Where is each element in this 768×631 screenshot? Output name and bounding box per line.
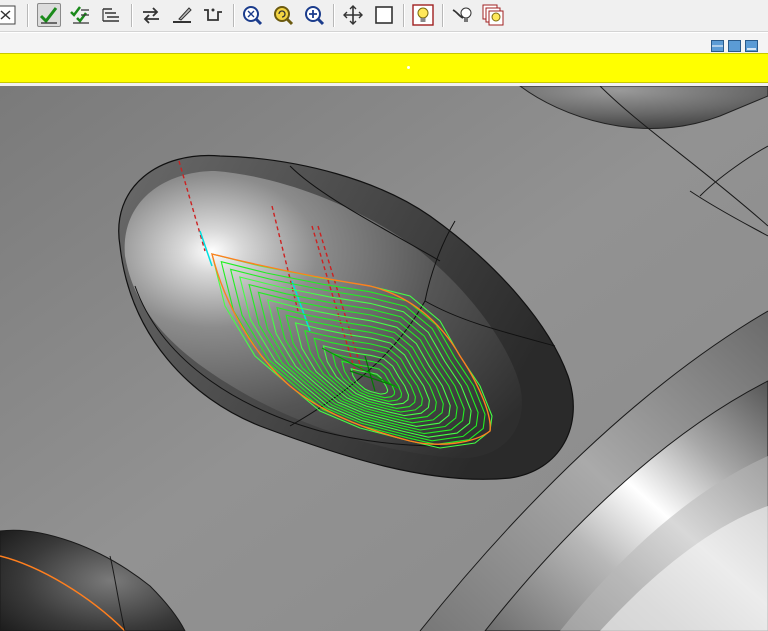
zoom-fit-button[interactable] — [240, 3, 264, 27]
status-indicator — [407, 66, 410, 69]
pocket-profile-icon — [204, 8, 222, 21]
layers-button[interactable] — [99, 3, 123, 27]
zoom-in-button[interactable] — [302, 3, 326, 27]
box-view-button[interactable] — [372, 3, 396, 27]
zoom-in-icon — [305, 6, 325, 26]
pencil-surface-icon — [173, 7, 192, 23]
status-bar — [0, 53, 768, 83]
light-button[interactable] — [411, 3, 435, 27]
swap-arrows-icon — [143, 7, 159, 24]
3d-viewport[interactable] — [0, 86, 768, 631]
lightbulb-icon — [412, 4, 434, 26]
tile-vertical-icon[interactable] — [728, 37, 741, 52]
pocket-profile-button[interactable] — [201, 3, 225, 27]
pane-header-strip — [0, 32, 768, 53]
accept-multiple-button[interactable] — [68, 3, 92, 27]
swap-direction-button[interactable] — [139, 3, 163, 27]
tile-horizontal-icon[interactable] — [711, 37, 724, 52]
zoom-previous-button[interactable] — [271, 3, 295, 27]
zoom-previous-icon — [274, 6, 294, 26]
move-cross-icon — [343, 5, 363, 25]
multi-lightbulb-icon — [482, 4, 504, 26]
stacked-layers-icon — [102, 8, 119, 22]
checkmark-pencil-icon — [39, 7, 58, 24]
close-window-button[interactable] — [0, 3, 18, 27]
square-icon — [375, 6, 393, 24]
multi-light-button[interactable] — [481, 3, 505, 27]
light-probe-icon — [452, 7, 472, 22]
pan-view-button[interactable] — [341, 3, 365, 27]
accept-toolpath-button[interactable] — [37, 3, 61, 27]
multi-checkmark-icon — [70, 6, 89, 24]
close-box-icon — [0, 5, 16, 25]
minimize-pane-icon[interactable] — [745, 37, 758, 52]
zoom-fit-icon — [243, 6, 263, 26]
main-toolbar — [0, 0, 768, 32]
light-direction-button[interactable] — [450, 3, 474, 27]
surface-edit-button[interactable] — [170, 3, 194, 27]
model-render — [0, 86, 768, 631]
